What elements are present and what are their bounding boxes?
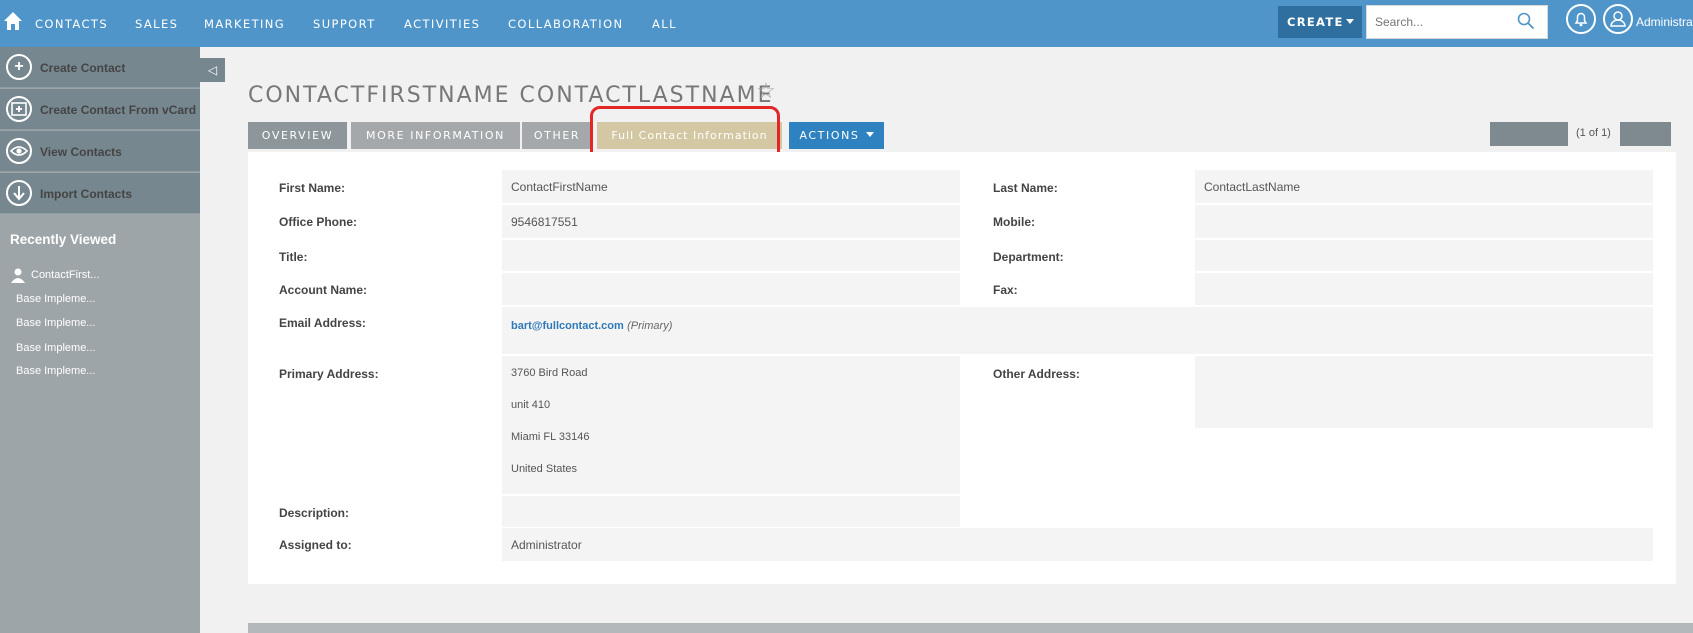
address-line: 3760 Bird Road [511,367,588,379]
previous-button[interactable]: PREVIOUS [1490,122,1568,146]
office-phone-label: Office Phone: [279,215,358,229]
next-button[interactable]: NEXT [1620,122,1671,146]
department-label: Department: [993,250,1064,264]
account-name-value [502,273,960,305]
nav-support[interactable]: SUPPORT [313,17,376,31]
notifications-bell-icon[interactable] [1566,4,1596,34]
title-value [502,240,960,271]
address-line: unit 410 [511,399,551,411]
address-line: United States [511,463,578,475]
plus-circle-icon: + [6,54,32,80]
assigned-to-value: Administrator [502,528,1653,561]
page-title: CONTACTFIRSTNAME CONTACTLASTNAME [248,83,774,108]
mobile-value [1195,205,1653,238]
sidebar-action-label: Create Contact From vCard [40,103,197,117]
assigned-to-label: Assigned to: [279,538,352,552]
other-address-label: Other Address: [993,367,1080,381]
favorite-star-icon[interactable]: ☆ [756,78,776,104]
first-name-value: ContactFirstName [502,170,960,203]
nav-marketing[interactable]: MARKETING [204,17,285,31]
address-line: Miami FL 33146 [511,431,590,443]
nav-sales[interactable]: SALES [135,17,178,31]
department-value [1195,240,1653,271]
other-address-value [1195,356,1653,428]
person-icon [11,268,25,283]
description-value [502,496,960,527]
sidebar-create-contact-vcard[interactable]: Create Contact From vCard [0,89,200,130]
recent-item[interactable]: Base Impleme... [16,317,95,329]
detail-panel: First Name: ContactFirstName Last Name: … [248,152,1676,584]
top-nav-bar: CONTACTS SALES MARKETING SUPPORT ACTIVIT… [0,0,1693,47]
recent-item[interactable]: Base Impleme... [16,342,95,354]
sidebar: + Create Contact Create Contact From vCa… [0,47,200,633]
recent-item[interactable]: Base Impleme... [16,365,95,377]
sidebar-import-contacts[interactable]: Import Contacts [0,173,200,214]
chevron-down-icon [865,132,874,137]
primary-address-value: 3760 Bird Road unit 410 Miami FL 33146 U… [502,356,960,494]
eye-icon [6,138,32,164]
search-icon[interactable] [1517,12,1535,30]
pagination-count: (1 of 1) [1576,127,1611,139]
title-label: Title: [279,250,308,264]
recent-item[interactable]: Base Impleme... [16,293,95,305]
first-name-label: First Name: [279,181,346,195]
vcard-plus-icon [6,96,32,122]
mobile-label: Mobile: [993,215,1035,229]
last-name-label: Last Name: [993,181,1058,195]
fax-value [1195,273,1653,305]
sidebar-action-label: View Contacts [40,145,122,159]
office-phone-value: 9546817551 [502,205,960,238]
sidebar-action-label: Create Contact [40,61,126,75]
user-name-label[interactable]: Administrator [1636,15,1693,29]
description-label: Description: [279,506,350,520]
download-arrow-icon [6,180,32,206]
nav-activities[interactable]: ACTIVITIES [404,17,480,31]
email-link[interactable]: bart@fullcontact.com [511,320,624,332]
search-box [1366,5,1548,39]
nav-collaboration[interactable]: COLLABORATION [508,17,624,31]
create-button[interactable]: CREATE [1278,6,1362,38]
primary-address-label: Primary Address: [279,367,379,381]
sidebar-create-contact[interactable]: + Create Contact [0,47,200,88]
tab-more-information[interactable]: MORE INFORMATION [351,122,520,149]
actions-label: ACTIONS [799,129,860,142]
email-label: Email Address: [279,316,366,330]
user-avatar-icon[interactable] [1603,4,1633,34]
home-icon[interactable] [3,11,23,31]
sidebar-view-contacts[interactable]: View Contacts [0,131,200,172]
bottom-panel-header [248,623,1693,633]
collapse-sidebar-icon[interactable]: ◁ [200,58,225,82]
create-button-label: CREATE [1287,15,1344,29]
last-name-value: ContactLastName [1195,170,1653,203]
email-value-cell: bart@fullcontact.com (Primary) [502,307,1653,354]
account-name-label: Account Name: [279,283,368,297]
actions-dropdown[interactable]: ACTIONS [789,122,884,149]
recent-item[interactable]: ContactFirst... [31,269,99,281]
tab-other[interactable]: OTHER [522,122,592,149]
recently-viewed-title: Recently Viewed [10,232,117,247]
chevron-down-icon [1346,19,1354,24]
email-primary-tag: (Primary) [627,320,673,332]
nav-all[interactable]: ALL [652,17,677,31]
search-input[interactable] [1375,7,1515,37]
tab-overview[interactable]: OVERVIEW [248,122,347,149]
sidebar-action-label: Import Contacts [40,187,133,201]
fax-label: Fax: [993,283,1018,297]
nav-contacts[interactable]: CONTACTS [35,17,108,31]
